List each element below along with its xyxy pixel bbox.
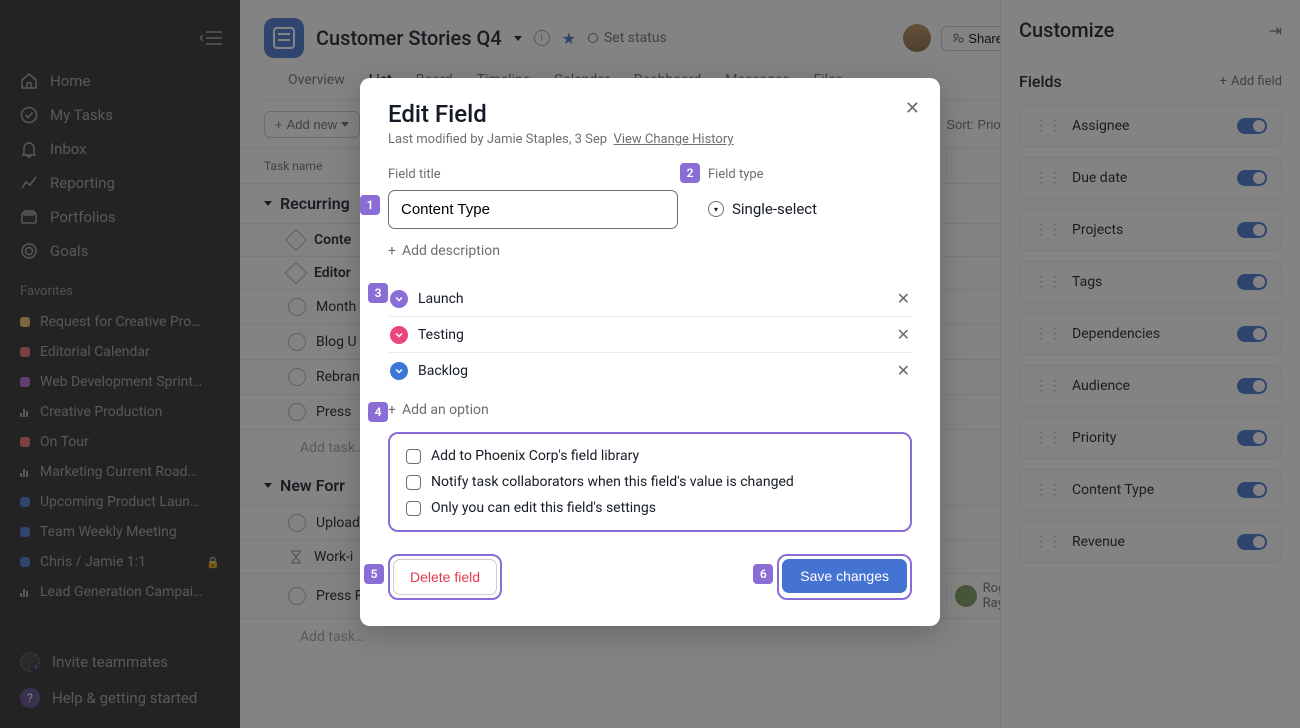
checkbox-row[interactable]: Add to Phoenix Corp's field library	[406, 448, 894, 464]
close-icon[interactable]: ✕	[905, 98, 920, 119]
checkbox-row[interactable]: Notify task collaborators when this fiel…	[406, 474, 894, 490]
option-color-icon[interactable]	[390, 362, 408, 380]
edit-field-modal: ✕ Edit Field Last modified by Jamie Stap…	[360, 78, 940, 626]
checkbox[interactable]	[406, 475, 421, 490]
field-type-value: ▾ Single-select	[708, 190, 817, 218]
single-select-icon: ▾	[708, 201, 724, 217]
delete-field-button[interactable]: Delete field	[393, 559, 497, 595]
checkbox-row[interactable]: Only you can edit this field's settings	[406, 500, 894, 516]
checkbox[interactable]	[406, 449, 421, 464]
option-row[interactable]: Launch✕	[388, 281, 912, 317]
option-color-icon[interactable]	[390, 290, 408, 308]
field-type-label: Field type	[708, 167, 817, 182]
add-description-button[interactable]: + Add description	[388, 243, 912, 259]
add-option-button[interactable]: 4 + Add an option	[388, 402, 912, 418]
remove-option-icon[interactable]: ✕	[897, 325, 910, 344]
option-row[interactable]: Backlog✕	[388, 353, 912, 388]
field-title-label: Field title	[388, 167, 678, 182]
remove-option-icon[interactable]: ✕	[897, 289, 910, 308]
remove-option-icon[interactable]: ✕	[897, 361, 910, 380]
annotation-badge-3: 3	[368, 283, 388, 303]
change-history-link[interactable]: View Change History	[614, 132, 734, 147]
checkbox[interactable]	[406, 501, 421, 516]
field-settings-group: Add to Phoenix Corp's field library Notif…	[388, 432, 912, 532]
option-row[interactable]: Testing✕	[388, 317, 912, 353]
modal-title: Edit Field	[388, 100, 912, 128]
modal-meta: Last modified by Jamie Staples, 3 Sep Vi…	[388, 132, 912, 147]
annotation-badge-5: 5	[364, 564, 384, 584]
annotation-badge-4: 4	[368, 402, 388, 422]
option-color-icon[interactable]	[390, 326, 408, 344]
save-changes-button[interactable]: Save changes	[782, 559, 907, 593]
annotation-badge-6: 6	[753, 564, 773, 584]
annotation-badge-1: 1	[360, 195, 380, 215]
annotation-badge-2: 2	[680, 163, 700, 183]
field-title-input[interactable]	[388, 190, 678, 229]
